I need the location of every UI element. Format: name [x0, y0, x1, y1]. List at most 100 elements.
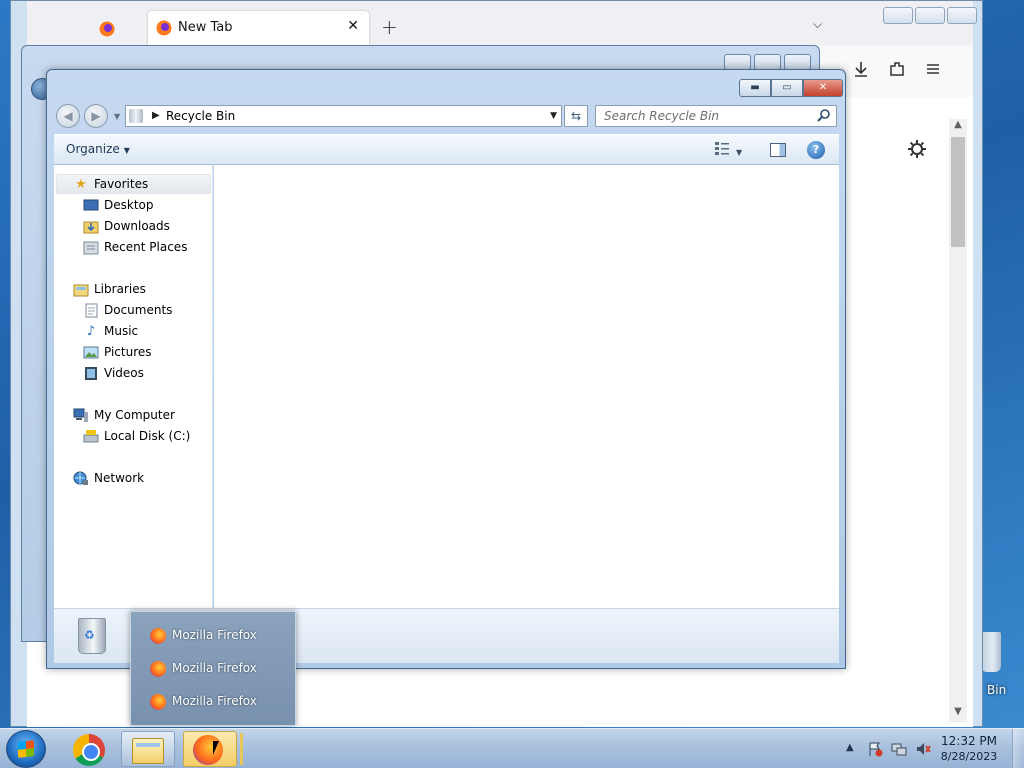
maximize-button[interactable]: ▭ [771, 79, 803, 97]
folder-icon [132, 738, 164, 764]
nav-label: Favorites [94, 177, 149, 191]
tab-firefox-view[interactable] [95, 11, 135, 45]
libraries-icon [73, 282, 89, 297]
firefox-icon [150, 694, 166, 710]
file-list-empty[interactable] [214, 165, 839, 608]
firefox-icon [156, 20, 172, 36]
taskbar-stack-indicator [240, 733, 243, 765]
downloads-folder-icon [83, 219, 99, 234]
tab-close-icon[interactable]: ✕ [347, 18, 359, 34]
notification-area: ▲ 12:32 PM 8/28/2023 [843, 729, 1024, 768]
firefox-window-controls [883, 7, 977, 24]
maximize-button[interactable] [754, 54, 781, 70]
popup-window-title: Mozilla Firefox [172, 694, 257, 708]
popup-window-item[interactable]: Mozilla Firefox [141, 690, 289, 716]
minimize-button[interactable]: ▬ [739, 79, 771, 97]
nav-label: Videos [104, 366, 144, 380]
start-button[interactable] [6, 730, 46, 768]
page-scrollbar[interactable]: ▲ ▼ [949, 119, 967, 722]
address-bar[interactable]: ▶ Recycle Bin ▼ [125, 105, 562, 127]
nav-label: Local Disk (C:) [104, 429, 191, 443]
recycle-bin-large-icon: ♻ [74, 614, 110, 658]
clock-date[interactable]: 8/28/2023 [933, 750, 1005, 763]
recent-pages-dropdown-icon[interactable]: ▼ [114, 112, 120, 121]
chevron-down-icon: ▼ [123, 146, 130, 155]
volume-muted-icon[interactable] [915, 741, 931, 757]
firefox-icon [99, 21, 115, 37]
address-dropdown-icon[interactable]: ▼ [550, 111, 557, 121]
window-controls: ▬ ▭ ✕ [739, 79, 843, 97]
tab-title: New Tab [178, 20, 233, 35]
back-arrow-icon[interactable]: ◀ [56, 104, 80, 128]
taskbar-explorer-button[interactable] [121, 731, 175, 767]
popup-window-title: Mozilla Firefox [172, 661, 257, 675]
tab-new-tab[interactable]: New Tab ✕ [148, 11, 369, 45]
minimize-button[interactable] [724, 54, 751, 70]
nav-label: Pictures [104, 345, 152, 359]
preview-pane-icon[interactable] [770, 143, 786, 157]
refresh-icon[interactable]: ⇆ [564, 105, 588, 127]
popup-window-title: Mozilla Firefox [172, 628, 257, 642]
videos-film-icon [83, 366, 99, 381]
clock-time[interactable]: 12:32 PM [933, 734, 1005, 748]
settings-gear-icon[interactable] [907, 139, 927, 159]
menu-icon[interactable] [924, 60, 942, 78]
popup-window-item[interactable]: Mozilla Firefox [141, 657, 289, 683]
maximize-button[interactable] [915, 7, 945, 24]
download-icon[interactable] [852, 60, 870, 78]
help-icon[interactable]: ? [807, 141, 825, 159]
nav-label: Desktop [104, 198, 154, 212]
star-icon: ★ [75, 177, 87, 192]
forward-arrow-icon[interactable]: ▶ [84, 104, 108, 128]
recycle-bin-icon [981, 632, 1001, 672]
command-bar: Organize ▼ ▼ ? [54, 134, 839, 165]
firefox-tab-strip: New Tab ✕ + ⌵ [27, 1, 977, 45]
search-icon[interactable] [817, 108, 831, 122]
extensions-icon[interactable] [888, 60, 906, 78]
popup-window-item[interactable]: Mozilla Firefox [141, 624, 289, 650]
search-input[interactable]: Search Recycle Bin [595, 105, 837, 127]
recent-places-icon [83, 240, 99, 255]
minimize-button[interactable] [883, 7, 913, 24]
network-status-icon[interactable] [891, 741, 907, 757]
recycle-bin-icon [129, 109, 143, 123]
nav-label: Music [104, 324, 139, 338]
change-view-button[interactable]: ▼ [714, 141, 742, 159]
computer-icon [73, 408, 89, 423]
windows-logo-icon [18, 740, 34, 758]
taskbar-chrome-button[interactable] [62, 731, 116, 767]
breadcrumb-chevron-icon[interactable]: ▶ [152, 110, 160, 121]
show-desktop-button[interactable] [1012, 729, 1024, 768]
nav-label: Downloads [104, 219, 170, 233]
address-text[interactable]: Recycle Bin [166, 109, 235, 123]
view-options-icon [715, 142, 729, 155]
action-center-flag-icon[interactable] [867, 741, 883, 757]
nav-label: Network [94, 471, 145, 485]
close-button[interactable] [784, 54, 811, 70]
navigation-pane: ★ Favorites Desktop Downloads Recent Pla… [54, 165, 213, 608]
pictures-icon [83, 345, 99, 360]
recycle-bin-window[interactable]: ▬ ▭ ✕ ◀ ▶ ▼ ▶ Recycle Bin ▼ ⇆ Search Rec… [46, 69, 846, 669]
scroll-up-icon[interactable]: ▲ [949, 119, 967, 135]
nav-label: Recent Places [104, 240, 188, 254]
scrollbar-thumb[interactable] [951, 137, 965, 247]
list-all-tabs-button[interactable]: ⌵ [813, 17, 822, 32]
nav-label: My Computer [94, 408, 175, 422]
taskbar-firefox-button[interactable] [183, 731, 237, 767]
mouse-cursor [213, 741, 225, 755]
close-button[interactable] [947, 7, 977, 24]
nav-label: Documents [104, 303, 173, 317]
organize-label: Organize [66, 142, 120, 156]
show-hidden-icons-icon[interactable]: ▲ [846, 742, 854, 753]
firefox-window-list-popup: Mozilla Firefox Mozilla Firefox Mozilla … [130, 611, 296, 726]
organize-button[interactable]: Organize ▼ [66, 142, 130, 156]
music-note-icon: ♪ [86, 324, 96, 339]
close-button[interactable]: ✕ [803, 79, 843, 97]
new-tab-button[interactable]: + [381, 15, 398, 39]
desktop-icon [83, 198, 99, 213]
documents-icon [83, 303, 99, 318]
firefox-icon [150, 628, 166, 644]
firefox-icon [150, 661, 166, 677]
desktop-recycle-bin-label: Bin [987, 683, 1007, 697]
scroll-down-icon[interactable]: ▼ [949, 706, 967, 722]
